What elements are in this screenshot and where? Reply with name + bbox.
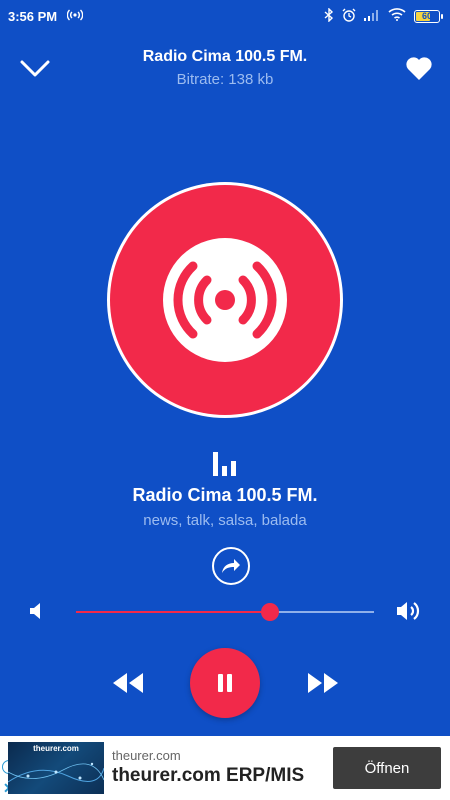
volume-control [0, 596, 450, 628]
rewind-button[interactable] [110, 669, 146, 697]
ad-open-button[interactable]: Öffnen [333, 747, 441, 789]
ad-banner[interactable]: i ✕ theurer.com theurer.com theurer.com … [0, 736, 450, 800]
bitrate-label: Bitrate: 138 kb [176, 71, 274, 88]
rewind-icon [113, 673, 143, 693]
volume-low-icon[interactable] [28, 600, 46, 622]
station-artwork [110, 185, 340, 415]
battery-icon: 60 [414, 9, 443, 23]
status-left: 3:56 PM [8, 8, 84, 24]
fast-forward-button[interactable] [305, 669, 341, 697]
volume-high-icon[interactable] [395, 598, 425, 624]
bluetooth-icon [324, 6, 334, 25]
pause-icon [218, 674, 232, 692]
battery-level: 60 [421, 11, 432, 21]
heart-icon [406, 56, 432, 80]
fast-forward-icon [308, 673, 338, 693]
status-right: 60 [324, 6, 443, 25]
header-title: Radio Cima 100.5 FM. [142, 48, 308, 65]
share-arrow-icon [222, 559, 240, 573]
ad-thumbnail[interactable]: theurer.com [8, 742, 104, 794]
favorite-button[interactable] [404, 54, 434, 82]
alarm-icon [342, 8, 356, 25]
station-name: Radio Cima 100.5 FM. [132, 485, 318, 505]
wifi-icon [388, 8, 406, 24]
status-bar: 3:56 PM 60 [0, 0, 450, 32]
equalizer-icon [211, 452, 239, 476]
status-time: 3:56 PM [8, 8, 58, 24]
volume-slider-fill [76, 611, 270, 613]
ad-domain: theurer.com [112, 748, 181, 763]
signal-icon [364, 9, 380, 24]
pause-button[interactable] [190, 648, 260, 718]
ad-title: theurer.com ERP/MIS [112, 765, 305, 786]
radio-broadcast-icon [66, 9, 84, 24]
broadcast-icon [163, 238, 287, 362]
station-genres: news, talk, salsa, balada [143, 512, 307, 529]
volume-slider-thumb[interactable] [260, 603, 279, 621]
ad-thumbnail-label: theurer.com [33, 744, 79, 753]
volume-slider[interactable] [76, 611, 374, 613]
share-button[interactable] [212, 547, 250, 585]
player-header: Radio Cima 100.5 FM. Bitrate: 138 kb [0, 44, 450, 94]
